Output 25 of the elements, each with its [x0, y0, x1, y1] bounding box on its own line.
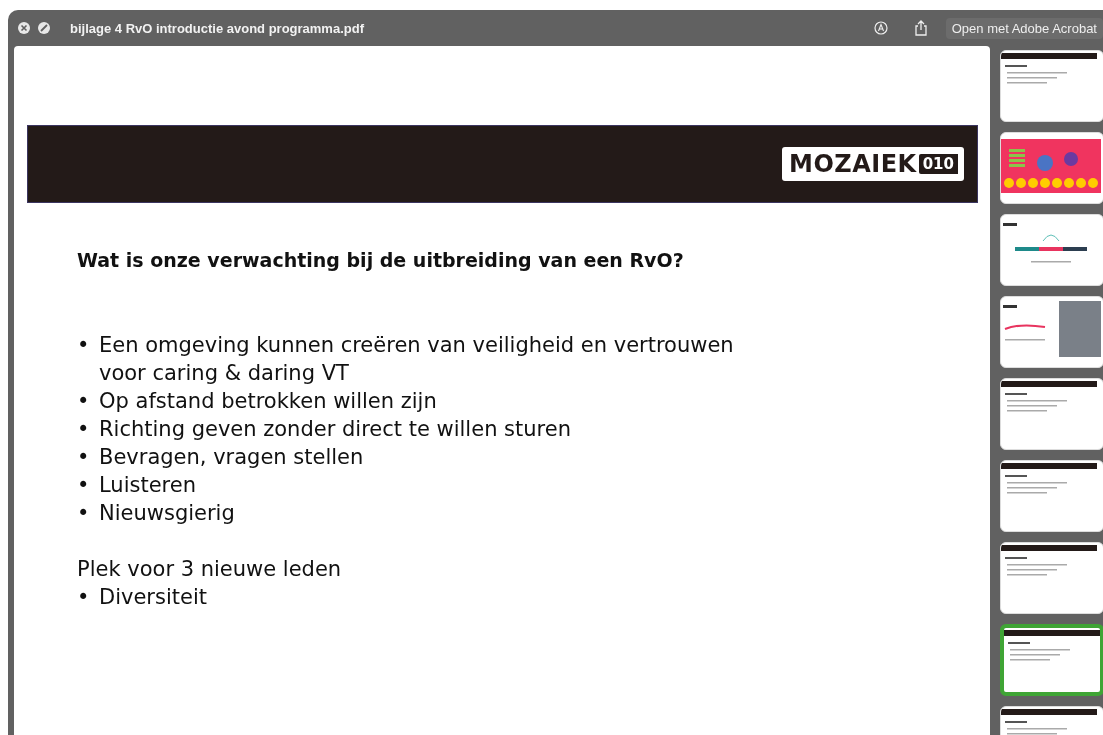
logo-number: 010 — [918, 154, 958, 174]
bullet-marker: • — [77, 472, 91, 499]
bullet-marker: • — [77, 500, 91, 527]
open-in-app-button[interactable]: Open met Adobe Acrobat — [945, 17, 1103, 39]
bullet-text: Bevragen, vragen stellen — [99, 444, 364, 471]
bullet-marker: • — [77, 584, 91, 611]
hide-icon[interactable] — [38, 22, 50, 34]
bullet-marker: • — [77, 416, 91, 443]
window-title: bijlage 4 RvO introductie avond programma.pdf — [70, 20, 365, 36]
bullet-marker: • — [77, 388, 91, 415]
bullet-text: Nieuwsgierig — [99, 500, 235, 527]
bullet-text: Diversiteit — [99, 584, 207, 611]
bullet-marker: • — [77, 332, 91, 359]
page-thumbnail[interactable] — [1000, 624, 1103, 696]
slide-heading: Wat is onze verwachting bij de uitbreiding van een RvO? — [77, 249, 685, 271]
bullet-text: Op afstand betrokken willen zijn — [99, 388, 437, 415]
bullet-text: Luisteren — [99, 472, 196, 499]
bullet-text: Een omgeving kunnen creëren van veiligheid en vertrouwen voor caring & daring VT — [99, 332, 735, 387]
bullet-marker: • — [77, 444, 91, 471]
share-icon[interactable] — [913, 20, 928, 36]
close-icon[interactable] — [18, 22, 30, 34]
logo-word: MOZAIEK — [789, 150, 917, 178]
markup-icon[interactable] — [873, 21, 888, 35]
slide-subheading: Plek voor 3 nieuwe leden — [77, 556, 343, 583]
bullet-text: Richting geven zonder direct te willen sturen — [99, 416, 571, 443]
